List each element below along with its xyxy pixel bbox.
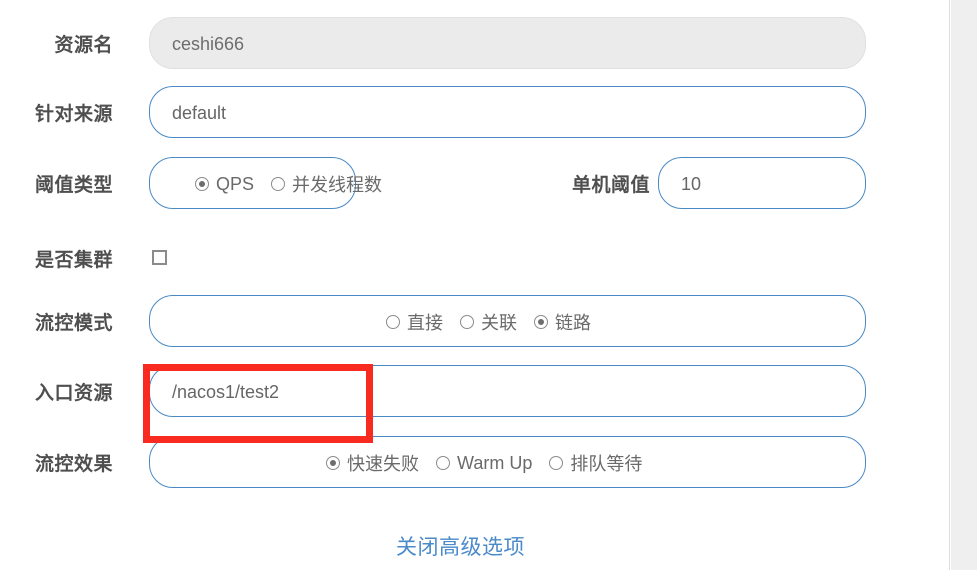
- grade-radio-group-box: QPS 并发线程数: [149, 157, 382, 209]
- ref-resource-input[interactable]: /nacos1/test2: [149, 365, 866, 417]
- grade-option-qps[interactable]: QPS: [195, 174, 254, 195]
- label-cluster-mode: 是否集群: [34, 249, 113, 271]
- form-row-cluster-mode: 是否集群: [0, 232, 950, 284]
- resource-name-value: ceshi666: [172, 33, 245, 54]
- grade-option-threads[interactable]: 并发线程数: [271, 171, 382, 197]
- strategy-radio-group: 直接 关联 链路: [386, 296, 591, 348]
- strategy-option-relate-label: 关联: [481, 313, 517, 333]
- resource-name-input[interactable]: ceshi666: [149, 17, 866, 69]
- behavior-option-queue[interactable]: 排队等待: [549, 450, 642, 476]
- behavior-option-fast-fail[interactable]: 快速失败: [326, 450, 419, 476]
- grade-option-threads-label: 并发线程数: [292, 175, 383, 195]
- behavior-option-warm-up-label: Warm Up: [457, 452, 533, 473]
- label-threshold-count: 单机阈值: [571, 174, 650, 196]
- label-grade: 阈值类型: [34, 174, 113, 196]
- cluster-mode-checkbox[interactable]: [152, 250, 167, 265]
- strategy-option-relate[interactable]: 关联: [460, 309, 517, 335]
- flow-rule-form-panel: 资源名 ceshi666 针对来源 default 阈值类型 QPS 并发线程数: [0, 0, 950, 570]
- strategy-option-direct-label: 直接: [407, 313, 443, 333]
- radio-unselected-icon: [271, 177, 286, 191]
- strategy-option-chain-label: 链路: [555, 313, 591, 333]
- radio-unselected-icon: [549, 456, 564, 470]
- radio-unselected-icon: [436, 456, 450, 470]
- label-strategy: 流控模式: [34, 312, 113, 334]
- threshold-count-input[interactable]: 10: [658, 157, 866, 209]
- form-row-limit-app: 针对来源 default: [0, 86, 950, 138]
- threshold-count-value: 10: [681, 173, 702, 194]
- strategy-option-direct[interactable]: 直接: [386, 309, 443, 335]
- grade-radio-group: QPS 并发线程数: [195, 158, 382, 210]
- label-ref-resource: 入口资源: [34, 382, 113, 404]
- limit-app-value: default: [172, 102, 227, 123]
- radio-selected-icon: [534, 315, 548, 329]
- radio-unselected-icon: [386, 315, 400, 329]
- form-row-strategy: 流控模式 直接 关联 链路: [0, 295, 950, 347]
- ref-resource-value: /nacos1/test2: [172, 381, 280, 402]
- radio-unselected-icon: [460, 315, 474, 329]
- radio-selected-icon: [326, 456, 340, 470]
- control-behavior-radio-group-box: 快速失败 Warm Up 排队等待: [149, 436, 866, 488]
- radio-selected-icon: [195, 177, 209, 191]
- form-row-control-behavior: 流控效果 快速失败 Warm Up 排队等待: [0, 436, 950, 488]
- label-resource-name: 资源名: [54, 34, 113, 56]
- toggle-advanced-options-link[interactable]: 关闭高级选项: [396, 531, 525, 561]
- behavior-option-fast-fail-label: 快速失败: [347, 454, 419, 474]
- strategy-radio-group-box: 直接 关联 链路: [149, 295, 866, 347]
- panel-right-gutter: [951, 0, 977, 570]
- behavior-option-warm-up[interactable]: Warm Up: [436, 453, 532, 474]
- strategy-option-chain[interactable]: 链路: [534, 309, 591, 335]
- grade-option-qps-label: QPS: [216, 173, 255, 194]
- label-control-behavior: 流控效果: [34, 453, 113, 475]
- form-row-resource-name: 资源名 ceshi666: [0, 17, 950, 69]
- limit-app-input[interactable]: default: [149, 86, 866, 138]
- form-row-ref-resource: 入口资源 /nacos1/test2: [0, 365, 950, 417]
- behavior-option-queue-label: 排队等待: [570, 454, 643, 474]
- control-behavior-radio-group: 快速失败 Warm Up 排队等待: [326, 437, 642, 489]
- label-limit-app: 针对来源: [34, 103, 113, 125]
